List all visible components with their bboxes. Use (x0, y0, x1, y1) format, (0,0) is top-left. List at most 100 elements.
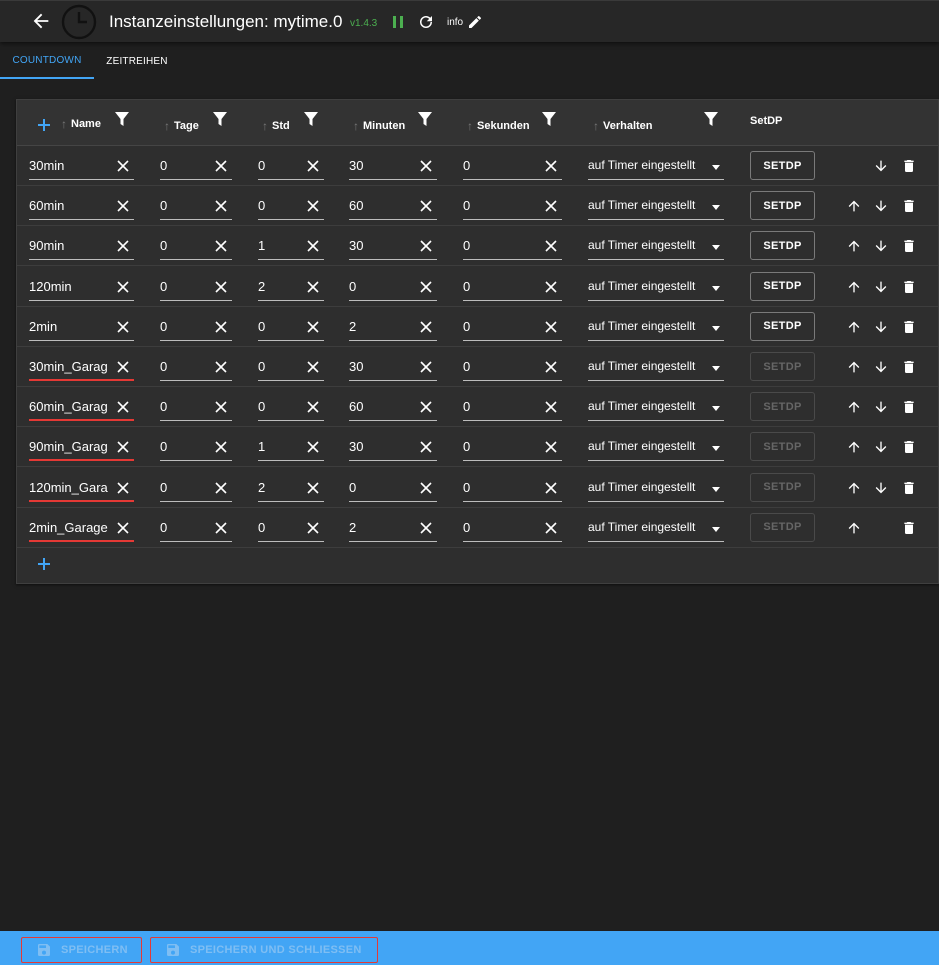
verhalten-select[interactable]: auf Timer eingestellt (588, 194, 724, 221)
delete-icon[interactable] (901, 439, 917, 455)
minuten-field[interactable]: 30 (349, 154, 437, 180)
std-field[interactable]: 2 (258, 275, 324, 301)
minuten-field[interactable]: 30 (349, 355, 437, 381)
clear-icon[interactable] (214, 159, 228, 173)
clear-icon[interactable] (419, 320, 433, 334)
std-field[interactable]: 1 (258, 435, 324, 462)
move-up-icon[interactable] (846, 480, 862, 496)
move-up-icon[interactable] (846, 439, 862, 455)
setdp-button[interactable]: SETDP (750, 311, 815, 341)
tage-field[interactable]: 0 (160, 476, 232, 502)
clear-icon[interactable] (419, 159, 433, 173)
setdp-button[interactable]: SETDP (750, 472, 815, 502)
verhalten-select[interactable]: auf Timer eingestellt (588, 516, 724, 542)
clear-icon[interactable] (306, 199, 320, 213)
move-down-icon[interactable] (873, 319, 889, 335)
std-field[interactable]: 0 (258, 516, 324, 542)
clear-icon[interactable] (306, 239, 320, 253)
column-header-std[interactable]: ↑ Std (262, 119, 290, 133)
tage-field[interactable]: 0 (160, 516, 232, 542)
move-up-icon[interactable] (846, 399, 862, 415)
move-down-icon[interactable] (873, 439, 889, 455)
filter-icon[interactable] (213, 112, 227, 126)
std-field[interactable]: 1 (258, 234, 324, 261)
clear-icon[interactable] (419, 521, 433, 535)
back-arrow-icon[interactable] (30, 10, 52, 32)
clear-icon[interactable] (306, 440, 320, 454)
setdp-button[interactable]: SETDP (750, 231, 815, 261)
clear-icon[interactable] (116, 159, 130, 173)
clear-icon[interactable] (419, 280, 433, 294)
tage-field[interactable]: 0 (160, 194, 232, 221)
column-header-name[interactable]: ↑ Name (61, 117, 101, 131)
verhalten-select[interactable]: auf Timer eingestellt (588, 154, 724, 180)
delete-icon[interactable] (901, 319, 917, 335)
move-up-icon[interactable] (846, 319, 862, 335)
clear-icon[interactable] (306, 159, 320, 173)
name-field[interactable]: 90min (29, 234, 134, 261)
clear-icon[interactable] (214, 360, 228, 374)
name-field[interactable]: 2min (29, 315, 134, 341)
sekunden-field[interactable]: 0 (463, 315, 562, 341)
name-field[interactable]: 60min (29, 194, 134, 221)
std-field[interactable]: 2 (258, 476, 324, 502)
clear-icon[interactable] (116, 239, 130, 253)
clear-icon[interactable] (116, 360, 130, 374)
sekunden-field[interactable]: 0 (463, 154, 562, 180)
std-field[interactable]: 0 (258, 194, 324, 221)
verhalten-select[interactable]: auf Timer eingestellt (588, 275, 724, 301)
delete-icon[interactable] (901, 399, 917, 415)
delete-icon[interactable] (901, 480, 917, 496)
clear-icon[interactable] (306, 360, 320, 374)
tage-field[interactable]: 0 (160, 234, 232, 261)
clear-icon[interactable] (544, 481, 558, 495)
clear-icon[interactable] (544, 159, 558, 173)
clear-icon[interactable] (544, 320, 558, 334)
clear-icon[interactable] (214, 320, 228, 334)
delete-icon[interactable] (901, 520, 917, 536)
setdp-button[interactable]: SETDP (750, 392, 815, 422)
pause-icon[interactable] (392, 15, 404, 29)
minuten-field[interactable]: 2 (349, 516, 437, 542)
sekunden-field[interactable]: 0 (463, 234, 562, 261)
clear-icon[interactable] (419, 199, 433, 213)
verhalten-select[interactable]: auf Timer eingestellt (588, 435, 724, 462)
name-field[interactable]: 120min_Gara (29, 476, 134, 502)
move-down-icon[interactable] (873, 238, 889, 254)
verhalten-select[interactable]: auf Timer eingestellt (588, 355, 724, 381)
verhalten-select[interactable]: auf Timer eingestellt (588, 234, 724, 261)
delete-icon[interactable] (901, 198, 917, 214)
tage-field[interactable]: 0 (160, 435, 232, 462)
minuten-field[interactable]: 30 (349, 234, 437, 261)
std-field[interactable]: 0 (258, 355, 324, 381)
minuten-field[interactable]: 60 (349, 395, 437, 422)
setdp-button[interactable]: SETDP (750, 512, 815, 542)
move-down-icon[interactable] (873, 399, 889, 415)
move-up-icon[interactable] (846, 198, 862, 214)
name-field[interactable]: 30min_Garag (29, 355, 134, 381)
setdp-button[interactable]: SETDP (750, 191, 815, 221)
setdp-button[interactable]: SETDP (750, 271, 815, 301)
tage-field[interactable]: 0 (160, 275, 232, 301)
verhalten-select[interactable]: auf Timer eingestellt (588, 476, 724, 502)
clear-icon[interactable] (306, 320, 320, 334)
clear-icon[interactable] (116, 280, 130, 294)
clear-icon[interactable] (544, 199, 558, 213)
edit-pencil-icon[interactable] (467, 14, 483, 30)
sekunden-field[interactable]: 0 (463, 395, 562, 422)
minuten-field[interactable]: 30 (349, 435, 437, 462)
clear-icon[interactable] (214, 440, 228, 454)
clear-icon[interactable] (306, 521, 320, 535)
clear-icon[interactable] (116, 440, 130, 454)
save-button[interactable]: SPEICHERN (21, 937, 142, 963)
delete-icon[interactable] (901, 359, 917, 375)
minuten-field[interactable]: 2 (349, 315, 437, 341)
clear-icon[interactable] (306, 400, 320, 414)
move-up-icon[interactable] (846, 359, 862, 375)
clear-icon[interactable] (306, 481, 320, 495)
sekunden-field[interactable]: 0 (463, 435, 562, 462)
clear-icon[interactable] (544, 400, 558, 414)
name-field[interactable]: 30min (29, 154, 134, 180)
sekunden-field[interactable]: 0 (463, 516, 562, 542)
clear-icon[interactable] (419, 360, 433, 374)
